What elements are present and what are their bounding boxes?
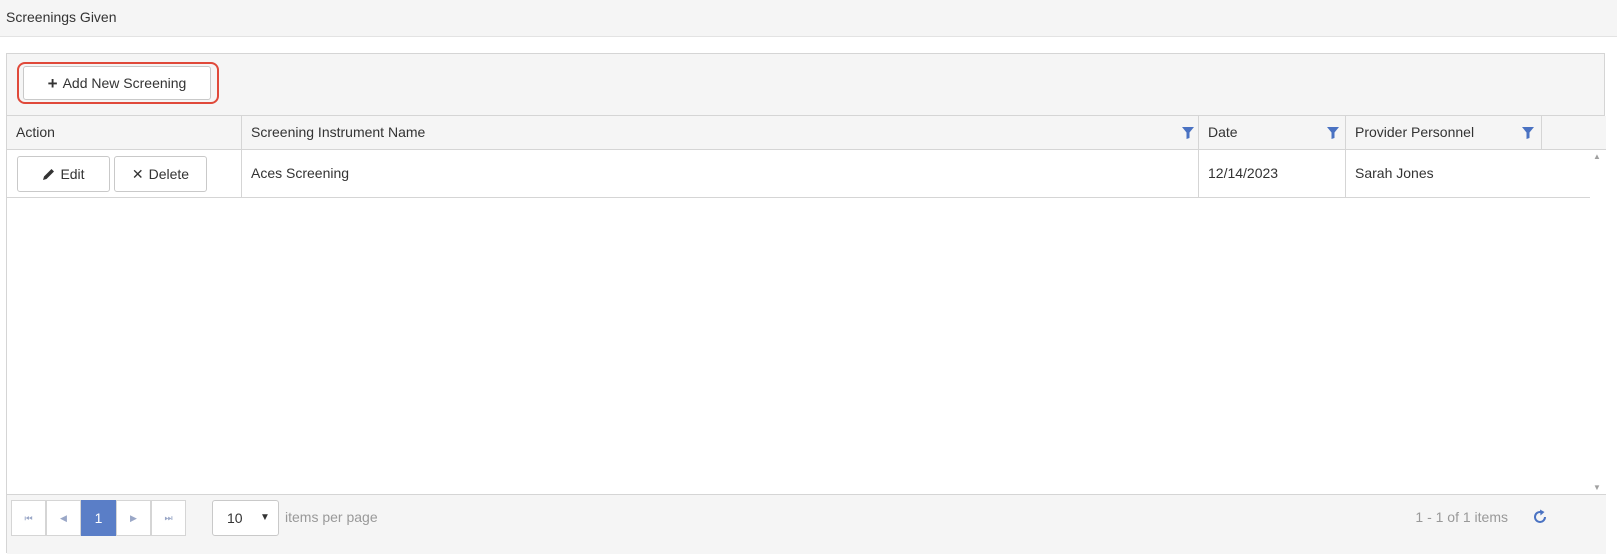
page-number-label: 1 — [94, 510, 103, 526]
filter-icon[interactable] — [1522, 127, 1534, 139]
cell-date: 12/14/2023 — [1199, 150, 1346, 197]
items-per-page-label: items per page — [285, 509, 378, 525]
close-icon: ✕ — [131, 165, 144, 182]
previous-page-icon: ◀ — [60, 512, 67, 523]
column-header-action[interactable]: Action — [7, 116, 242, 149]
delete-button[interactable]: ✕ Delete — [114, 156, 207, 192]
cell-action: Edit ✕ Delete — [7, 150, 242, 197]
edit-button[interactable]: Edit — [17, 156, 110, 192]
column-header-provider[interactable]: Provider Personnel — [1346, 116, 1542, 149]
column-header-provider-label: Provider Personnel — [1355, 124, 1475, 140]
page-header: Screenings Given — [0, 0, 1617, 37]
scroll-up-icon[interactable]: ▲ — [1593, 152, 1601, 161]
column-header-action-label: Action — [16, 124, 55, 140]
add-new-screening-button[interactable]: + Add New Screening — [23, 66, 211, 100]
table-body: Edit ✕ Delete Aces Screening 12/14/2023 … — [7, 150, 1590, 494]
next-page-button[interactable]: ▶ — [116, 500, 151, 536]
plus-icon: + — [47, 73, 58, 93]
scroll-down-icon[interactable]: ▼ — [1593, 483, 1601, 492]
screenings-grid: + Add New Screening Action Screening Ins… — [6, 53, 1606, 554]
pencil-icon — [43, 168, 55, 180]
page-size-value: 10 — [227, 510, 243, 526]
delete-label: Delete — [148, 165, 190, 182]
table-header: Action Screening Instrument Name Date Pr… — [7, 116, 1606, 150]
refresh-icon[interactable] — [1532, 509, 1548, 525]
next-page-icon: ▶ — [130, 512, 137, 523]
last-page-icon: ⏭ — [164, 512, 173, 523]
column-header-instrument-label: Screening Instrument Name — [251, 124, 426, 140]
grid-toolbar: + Add New Screening — [7, 54, 1604, 116]
column-header-date[interactable]: Date — [1199, 116, 1346, 149]
last-page-button[interactable]: ⏭ — [151, 500, 186, 536]
edit-label: Edit — [60, 165, 85, 182]
cell-provider: Sarah Jones — [1355, 165, 1434, 181]
table-row[interactable]: Edit ✕ Delete Aces Screening 12/14/2023 … — [7, 150, 1590, 198]
page-title: Screenings Given — [6, 9, 117, 25]
page-size-select[interactable]: 10 ▼ — [212, 500, 279, 536]
first-page-icon: ⏮ — [24, 512, 33, 523]
filter-icon[interactable] — [1182, 127, 1194, 139]
filter-icon[interactable] — [1327, 127, 1339, 139]
chevron-down-icon: ▼ — [260, 512, 270, 523]
pager: ⏮ ◀ 1 ▶ ⏭ 10 ▼ items per page 1 - 1 of 1… — [7, 494, 1606, 554]
page-number-button[interactable]: 1 — [81, 500, 116, 536]
previous-page-button[interactable]: ◀ — [46, 500, 81, 536]
column-header-instrument[interactable]: Screening Instrument Name — [242, 116, 1199, 149]
add-new-screening-label: Add New Screening — [62, 75, 187, 91]
vertical-scrollbar[interactable]: ▲ ▼ — [1590, 150, 1605, 494]
first-page-button[interactable]: ⏮ — [11, 500, 46, 536]
pager-info: 1 - 1 of 1 items — [1415, 509, 1508, 525]
column-header-date-label: Date — [1208, 124, 1238, 140]
cell-instrument: Aces Screening — [242, 150, 1199, 197]
